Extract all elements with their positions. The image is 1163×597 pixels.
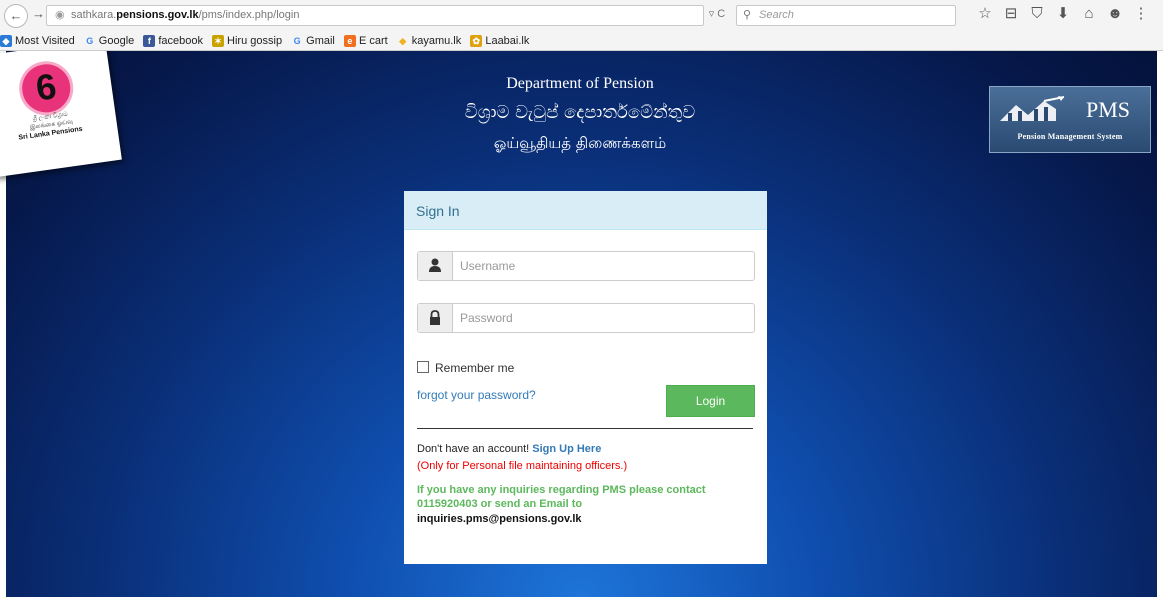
globe-icon: ◉: [55, 9, 65, 21]
password-field: [417, 303, 755, 333]
page-title-english: Department of Pension: [506, 75, 654, 92]
kayamu-icon: ◆: [399, 36, 407, 47]
reload-icon[interactable]: ▿ C: [700, 5, 734, 24]
download-icon[interactable]: ⬇: [1050, 4, 1076, 22]
bookmark-most-visited[interactable]: ◆ Most Visited: [0, 32, 75, 50]
forward-icon[interactable]: →: [32, 6, 45, 21]
password-input[interactable]: [454, 304, 750, 332]
hiru-icon: ✶: [212, 35, 225, 48]
sign-in-heading: Sign In: [416, 203, 460, 219]
remember-me: Remember me: [417, 361, 514, 375]
pms-chart-icon: [1000, 96, 1065, 121]
address-bar[interactable]: ◉ sathkara.pensions.gov.lk/pms/index.php…: [46, 5, 704, 26]
login-button[interactable]: Login: [666, 385, 755, 417]
username-field: [417, 251, 755, 281]
bookmarks-bar: ◆ Most Visited G Google f facebook ✶ Hiru go…: [0, 32, 1163, 51]
username-addon: [418, 252, 453, 280]
laabai-icon: ✿: [470, 35, 483, 48]
user-icon: [429, 258, 441, 272]
bookmark-label: Most Visited: [15, 35, 75, 47]
sign-up-link[interactable]: Sign Up Here: [532, 443, 601, 455]
forgot-password-link[interactable]: forgot your password?: [417, 388, 536, 402]
bookmark-label: Laabai.lk: [485, 35, 530, 47]
bookmark-google[interactable]: G Google: [84, 32, 134, 50]
url-text: sathkara.pensions.gov.lk/pms/index.php/l…: [71, 6, 299, 25]
google-icon: G: [293, 36, 301, 47]
pensions-emblem-icon: 6: [15, 57, 77, 119]
inquiry-text: If you have any inquiries regarding PMS …: [417, 484, 706, 510]
password-addon: [418, 304, 453, 332]
search-placeholder: Search: [759, 9, 794, 21]
bookmark-label: Google: [98, 35, 135, 47]
pms-name: PMS: [1086, 97, 1131, 122]
bookmark-label: E cart: [358, 35, 388, 47]
remember-me-label: Remember me: [435, 361, 515, 375]
facebook-icon: f: [143, 35, 156, 48]
bookmark-facebook[interactable]: f facebook: [143, 32, 203, 50]
back-icon[interactable]: ←: [4, 4, 28, 28]
signup-line: Don't have an account! Sign Up Here: [417, 443, 601, 455]
username-input[interactable]: [454, 252, 750, 280]
bookmark-label: facebook: [158, 35, 203, 47]
url-domain: pensions.gov.lk: [116, 9, 199, 21]
toolbar-icons: ☆ ⊟ ⛉ ⬇ ⌂ ☻ ⋮: [972, 4, 1154, 22]
bookmark-kayamu[interactable]: ◆ kayamu.lk: [397, 32, 462, 50]
home-icon[interactable]: ⌂: [1076, 5, 1102, 22]
bookmark-label: kayamu.lk: [411, 35, 462, 47]
pms-logo: PMS Pension Management System: [989, 86, 1151, 153]
chat-icon[interactable]: ☻: [1102, 5, 1128, 22]
ecart-icon: e: [343, 35, 356, 48]
browser-search-input[interactable]: ⚲ Search: [736, 5, 956, 26]
panel-heading: Sign In: [404, 191, 767, 230]
page-title-tamil: ஓய்வூதியத் திணைக்களம்: [493, 134, 667, 152]
login-panel: Sign In Remember me forgot your pas: [404, 191, 767, 564]
bookmark-label: Gmail: [306, 35, 335, 47]
bookmark-gmail[interactable]: G Gmail: [291, 32, 335, 50]
pms-subtitle: Pension Management System: [1017, 132, 1123, 141]
url-prefix: sathkara.: [71, 9, 117, 21]
pocket-icon[interactable]: ⛉: [1024, 5, 1050, 22]
lock-icon: [430, 310, 440, 325]
google-icon: G: [86, 36, 94, 47]
search-icon: ⚲: [743, 9, 752, 21]
right-edge-strip: [1157, 51, 1163, 597]
signup-prefix: Don't have an account!: [417, 443, 530, 455]
bookmark-laabai[interactable]: ✿ Laabai.lk: [470, 32, 529, 50]
bookmark-star-icon[interactable]: ☆: [972, 4, 998, 22]
page-background: 6 ශ්‍රී ලංකා විශ්‍රාම இலங்கை ஓய்வு Sri L…: [0, 51, 1163, 597]
url-path: /pms/index.php/login: [198, 9, 300, 21]
remember-me-checkbox[interactable]: [417, 361, 429, 373]
inquiry-email: inquiries.pms@pensions.gov.lk: [417, 513, 582, 525]
bookmark-hiru-gossip[interactable]: ✶ Hiru gossip: [212, 32, 282, 50]
signup-note: (Only for Personal file maintaining offi…: [417, 460, 628, 472]
reading-list-icon[interactable]: ⊟: [998, 4, 1024, 22]
bookmark-e-cart[interactable]: eE cart: [343, 32, 388, 50]
compass-icon: ◆: [0, 35, 12, 48]
page-title-sinhala: විශ්‍රාම වැටුප් දෙපාර්තමේන්තුව: [464, 102, 696, 123]
browser-toolbar: ← → ◉ sathkara.pensions.gov.lk/pms/index…: [0, 0, 1163, 33]
menu-icon[interactable]: ⋮: [1128, 4, 1154, 22]
sri-lanka-pensions-logo: 6 ශ්‍රී ලංකා විශ්‍රාම இலங்கை ஓய்வு Sri L…: [0, 51, 122, 178]
divider: [417, 428, 753, 429]
bookmark-label: Hiru gossip: [227, 35, 283, 47]
